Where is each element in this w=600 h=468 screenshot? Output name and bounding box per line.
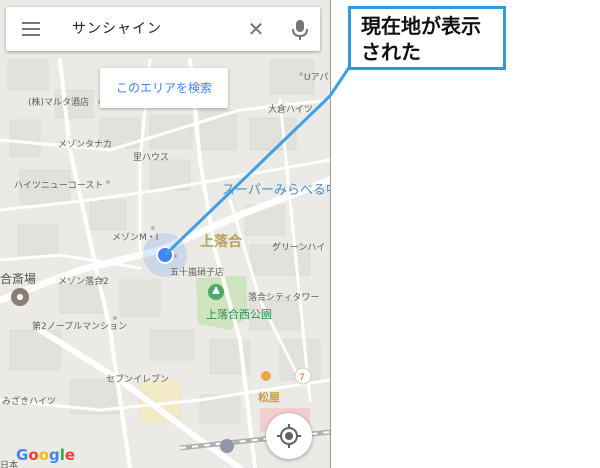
callout-line-2: された xyxy=(361,40,421,64)
callout-box: 現在地が表示 された xyxy=(348,6,506,70)
pointer-line-overlay xyxy=(328,65,352,97)
callout-line-1: 現在地が表示 xyxy=(361,14,481,38)
callout-text: 現在地が表示 された xyxy=(361,13,481,65)
